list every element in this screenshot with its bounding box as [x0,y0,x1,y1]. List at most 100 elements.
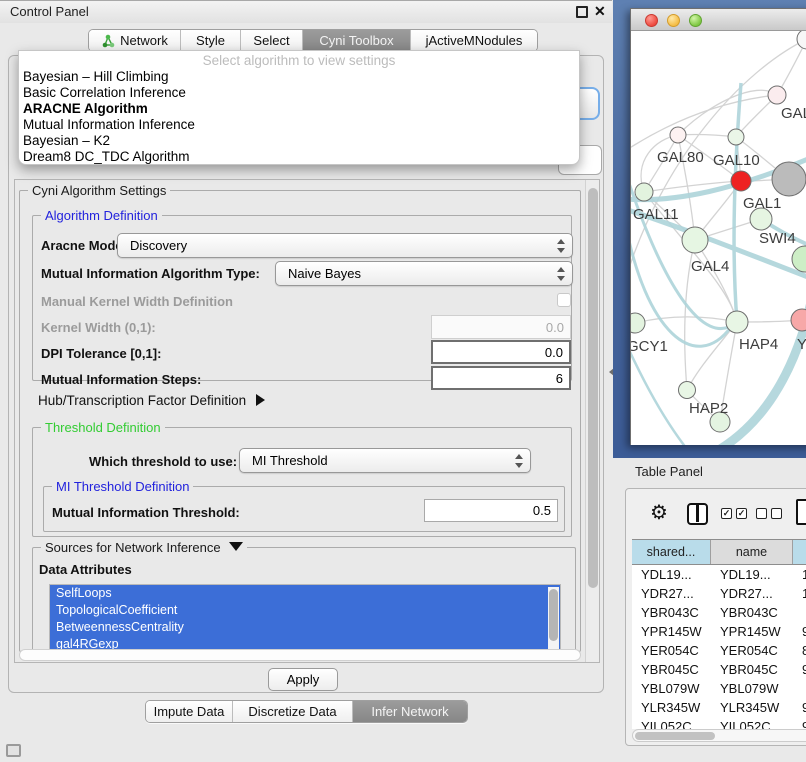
attribute-item-selected[interactable]: SelfLoops [50,585,560,602]
node-table: shared... name YDL19... YDL19... 13 YDR2… [632,539,806,729]
table-row[interactable]: YBL079W YBL079W [632,679,806,698]
settings-horizontal-scrollbar[interactable] [19,649,581,661]
column-header-shared[interactable]: shared... [632,540,711,564]
scrollbar-thumb[interactable] [588,188,598,588]
aracne-mode-label: Aracne Mode: [41,238,127,253]
algorithm-option[interactable]: Bayesian – Hill Climbing [19,69,579,85]
network-node-gal10[interactable] [728,129,744,145]
network-window[interactable]: GAL GAL80 GAL10 GAL1 GAL11 SWI4 GAL4 GCY… [630,8,806,445]
control-panel-titlebar: Control Panel ✕ [0,1,612,23]
gear-icon[interactable]: ⚙ [650,500,668,525]
tab-discretize-data-label: Discretize Data [248,704,336,719]
mi-threshold-field[interactable] [424,499,558,522]
sources-title[interactable]: Sources for Network Inference [41,540,247,555]
minimize-traffic-light-icon[interactable] [667,14,680,27]
network-canvas[interactable]: GAL GAL80 GAL10 GAL1 GAL11 SWI4 GAL4 GCY… [631,31,806,445]
close-panel-icon[interactable]: ✕ [594,3,606,20]
cell-value: 9. [793,660,806,679]
settings-vertical-scrollbar[interactable] [585,180,599,662]
aracne-mode-combo[interactable]: Discovery [117,233,573,258]
node-label: HAP2 [689,400,728,417]
table-horizontal-scrollbar[interactable] [632,729,806,742]
scrollbar-thumb[interactable] [549,589,558,641]
table-row[interactable]: YER054C YER054C 8. [632,641,806,660]
network-node[interactable] [791,309,806,331]
float-window-icon[interactable] [576,6,588,18]
split-columns-icon[interactable] [687,503,708,525]
sources-title-text: Sources for Network Inference [45,540,221,555]
tab-style[interactable]: Style [181,30,241,51]
close-traffic-light-icon[interactable] [645,14,658,27]
kernel-width-field[interactable] [431,315,571,339]
node-label: GAL1 [743,195,781,212]
collapsed-panel-icon[interactable] [6,744,21,757]
apply-button[interactable]: Apply [268,668,338,691]
network-node-gcy1[interactable] [631,313,645,333]
network-node-gal4[interactable] [682,227,708,253]
mi-steps-field[interactable] [431,366,571,390]
tab-select[interactable]: Select [241,30,303,51]
cell-shared: YDR27... [632,584,711,603]
tab-cyni-toolbox[interactable]: Cyni Toolbox [303,30,411,51]
network-window-titlebar[interactable] [631,9,806,31]
cell-value: 12 [793,584,806,603]
cell-value: 9. [793,698,806,717]
tab-infer-network[interactable]: Infer Network [353,701,467,722]
cyni-algorithm-settings-group: Cyni Algorithm Settings Algorithm Defini… [19,190,581,652]
network-node[interactable] [772,162,806,196]
network-node-gal1-selected[interactable] [731,171,751,191]
attribute-item-selected[interactable]: BetweennessCentrality [50,619,560,636]
table-row[interactable]: YDL19... YDL19... 13 [632,565,806,584]
table-row[interactable]: YPR145W YPR145W 9. [632,622,806,641]
cyni-algorithm-settings-title: Cyni Algorithm Settings [28,183,170,198]
column-header[interactable] [793,540,806,564]
tab-discretize-data[interactable]: Discretize Data [233,701,353,722]
attributes-scrollbar[interactable] [548,587,559,651]
algorithm-option[interactable]: Dream8 DC_TDC Algorithm [19,149,579,165]
attribute-item-selected[interactable]: TopologicalCoefficient [50,602,560,619]
column-header-name[interactable]: name [711,540,793,564]
tab-network[interactable]: Network [89,30,181,51]
stepper-arrows-icon [556,238,565,254]
manual-kernel-checkbox[interactable] [557,293,571,307]
algorithm-option[interactable]: Bayesian – K2 [19,133,579,149]
network-node-gal80[interactable] [670,127,686,143]
expand-right-icon [256,394,265,406]
dpi-tolerance-field[interactable] [431,340,571,364]
node-label: GAL [781,105,806,122]
table-row[interactable]: YLR345W YLR345W 9. [632,698,806,717]
unchecked-checkboxes-icon[interactable] [756,508,782,519]
table-row[interactable]: YBR043C YBR043C [632,603,806,622]
checked-checkboxes-icon[interactable]: ✓✓ [721,508,747,519]
scrollbar-thumb[interactable] [635,732,715,740]
network-node-hap2[interactable] [679,382,696,399]
algorithm-option[interactable]: Basic Correlation Inference [19,85,579,101]
data-attributes-label: Data Attributes [39,562,132,577]
control-panel-title: Control Panel [10,4,89,19]
table-row[interactable]: YDR27... YDR27... 12 [632,584,806,603]
cell-value: 8. [793,641,806,660]
algorithm-option-highlighted[interactable]: ARACNE Algorithm [19,101,579,117]
network-node[interactable] [797,31,806,49]
network-icon [101,34,115,48]
network-node-gal11[interactable] [635,183,653,201]
tab-style-label: Style [196,33,225,48]
network-node[interactable] [792,246,806,272]
tab-jactivemnodules[interactable]: jActiveMNodules [411,30,537,51]
tab-impute-data-label: Impute Data [154,704,225,719]
mi-type-combo[interactable]: Naive Bayes [275,261,573,286]
cell-name: YBL079W [711,679,793,698]
table-row[interactable]: YBR045C YBR045C 9. [632,660,806,679]
network-node-hap4[interactable] [726,311,748,333]
zoom-traffic-light-icon[interactable] [689,14,702,27]
cell-shared: YIL052C [632,717,711,729]
which-threshold-combo[interactable]: MI Threshold [239,448,531,473]
hub-definition-toggle[interactable]: Hub/Transcription Factor Definition [38,393,265,408]
table-row[interactable]: YIL052C YIL052C 9 [632,717,806,729]
table-file-icon[interactable] [796,499,806,525]
tab-impute-data[interactable]: Impute Data [146,701,233,722]
threshold-definition-title: Threshold Definition [41,420,165,435]
cell-value: 9 [793,717,806,729]
algorithm-option[interactable]: Mutual Information Inference [19,117,579,133]
network-node[interactable] [768,86,786,104]
